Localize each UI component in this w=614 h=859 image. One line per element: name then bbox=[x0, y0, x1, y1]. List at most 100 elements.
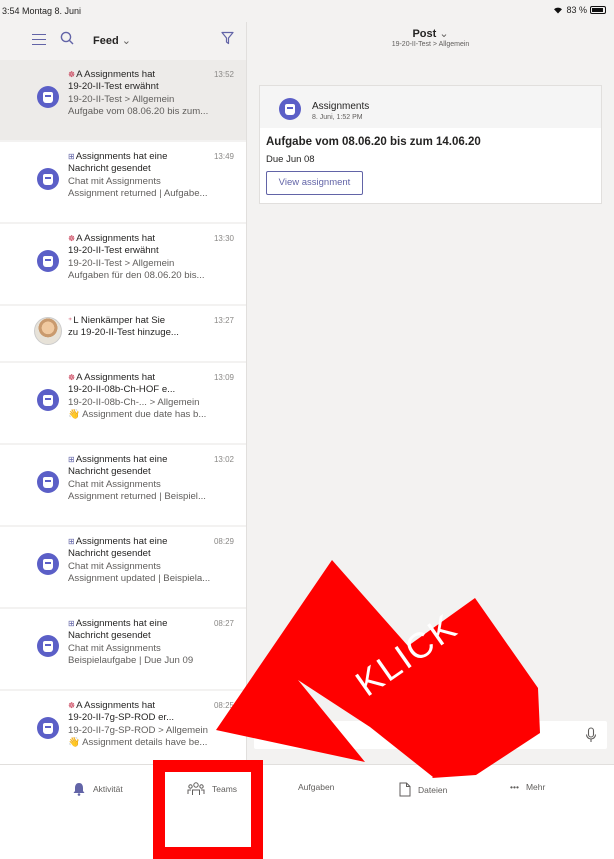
feed-item[interactable]: ⊞Assignments hat eine Nachricht gesendet C… bbox=[0, 527, 246, 607]
feed-item[interactable]: ☸A Assignments hat 19-20-II-Test erwähnt 1… bbox=[0, 224, 246, 304]
microphone-icon[interactable] bbox=[585, 727, 597, 743]
feed-item-time: 08:29 bbox=[213, 537, 234, 546]
feed-item-sender: A Assignments hat bbox=[76, 233, 156, 244]
feed-item-title: ⊞Assignments hat eine bbox=[68, 536, 238, 548]
compose-more-options-button[interactable]: ••• bbox=[384, 730, 395, 741]
nav-tasks[interactable]: Aufgaben bbox=[298, 782, 334, 792]
feed-item-preview: Aufgabe vom 08.06.20 bis zum... bbox=[68, 106, 209, 118]
feed-item-text: ⁺L Nienkämper hat Sie zu 19-20-II-Test hi… bbox=[68, 315, 238, 340]
assignments-app-icon bbox=[37, 553, 59, 575]
person-add-icon: ⁺ bbox=[68, 316, 73, 325]
feed-item-sender: L Nienkämper hat Sie bbox=[73, 315, 166, 326]
status-right: 83 % bbox=[553, 5, 606, 15]
assignments-app-icon bbox=[37, 250, 59, 272]
post-title-dropdown[interactable]: Post ⌄ bbox=[247, 27, 614, 40]
feed-dropdown[interactable]: Feed ⌄ bbox=[93, 34, 131, 47]
feed-item[interactable]: ⊞Assignments hat eine Nachricht gesendet C… bbox=[0, 609, 246, 689]
card-timestamp: 8. Juni, 1:52 PM bbox=[312, 114, 363, 121]
feed-item-preview: 👋 Assignment due date has b... bbox=[68, 409, 207, 421]
feed-item-sender: A Assignments hat bbox=[76, 700, 156, 711]
feed-item-location: Chat mit Assignments bbox=[68, 478, 161, 490]
feed-item-title: ☸A Assignments hat bbox=[68, 69, 238, 81]
feed-item-text: ⊞Assignments hat eine Nachricht gesendet C… bbox=[68, 151, 238, 201]
feed-item-text: ☸A Assignments hat 19-20-II-08b-Ch-HOF e.… bbox=[68, 372, 238, 422]
more-dots-icon: ••• bbox=[510, 782, 519, 792]
feed-item-title-rest: zu 19-20-II-Test hinzuge... bbox=[68, 327, 179, 339]
post-title: Post bbox=[412, 28, 437, 40]
feed-item-title-rest: 19-20-II-Test erwähnt bbox=[68, 81, 159, 93]
feed-item-location: 19-20-II-7g-SP-ROD > Allgemein bbox=[68, 724, 208, 736]
feed-item-text: ☸A Assignments hat 19-20-II-Test erwähnt 1… bbox=[68, 69, 238, 119]
feed-item-time: 13:09 bbox=[213, 373, 234, 382]
activity-feed-list: ☸A Assignments hat 19-20-II-Test erwähnt 1… bbox=[0, 58, 246, 764]
feed-item-time: 13:27 bbox=[213, 316, 234, 325]
chat-icon: ⊞ bbox=[68, 455, 75, 464]
feed-item-title-rest: 19-20-II-7g-SP-ROD er... bbox=[68, 712, 175, 724]
feed-item[interactable]: ☸A Assignments hat 19-20-II-Test erwähnt 1… bbox=[0, 60, 246, 140]
mention-icon: ☸ bbox=[68, 373, 76, 382]
user-avatar bbox=[34, 317, 62, 345]
card-sender: Assignments bbox=[312, 101, 370, 112]
view-assignment-button[interactable]: View assignment bbox=[266, 171, 363, 195]
feed-item-time: 13:49 bbox=[213, 152, 234, 161]
nav-more[interactable]: ••• Mehr bbox=[510, 782, 545, 792]
feed-item-time: 08:27 bbox=[213, 619, 234, 628]
bell-icon bbox=[73, 783, 85, 796]
filter-icon[interactable] bbox=[221, 31, 234, 45]
compose-box[interactable]: A bbox=[254, 721, 607, 749]
nav-tasks-label: Aufgaben bbox=[298, 782, 335, 792]
feed-item-text: ⊞Assignments hat eine Nachricht gesendet C… bbox=[68, 454, 238, 504]
feed-item-title-rest: Nachricht gesendet bbox=[68, 548, 151, 560]
post-header: Post ⌄ 19-20-II-Test > Allgemein bbox=[247, 22, 614, 58]
feed-item-preview: Aufgaben für den 08.06.20 bis... bbox=[68, 270, 205, 282]
feed-item-title: ☸A Assignments hat bbox=[68, 372, 238, 384]
assignments-app-icon bbox=[37, 168, 59, 190]
feed-item-location: Chat mit Assignments bbox=[68, 560, 161, 572]
assignments-app-icon bbox=[279, 98, 301, 120]
feed-item-title-rest: Nachricht gesendet bbox=[68, 630, 151, 642]
chat-icon: ⊞ bbox=[68, 619, 75, 628]
assignments-app-icon bbox=[37, 717, 59, 739]
feed-item-time: 08:25 bbox=[213, 701, 234, 710]
feed-item-location: Chat mit Assignments bbox=[68, 642, 161, 654]
assignments-app-icon bbox=[37, 471, 59, 493]
chat-icon: ⊞ bbox=[68, 537, 75, 546]
assignments-app-icon bbox=[37, 389, 59, 411]
chevron-down-icon: ⌄ bbox=[439, 28, 449, 40]
nav-files-label: Dateien bbox=[418, 784, 448, 795]
card-header: Assignments 8. Juni, 1:52 PM bbox=[260, 86, 601, 128]
assignments-app-icon bbox=[37, 635, 59, 657]
feed-item-title: ⁺L Nienkämper hat Sie bbox=[68, 315, 238, 327]
chat-icon: ⊞ bbox=[68, 152, 75, 161]
feed-item-time: 13:02 bbox=[213, 455, 234, 464]
assignment-card: Assignments 8. Juni, 1:52 PM Aufgabe vom… bbox=[259, 85, 602, 204]
feed-item-preview: Assignment updated | Beispiela... bbox=[68, 573, 211, 585]
feed-item-location: 19-20-II-Test > Allgemein bbox=[68, 257, 175, 269]
chevron-down-icon: ⌄ bbox=[121, 35, 131, 47]
feed-item-time: 13:30 bbox=[213, 234, 234, 243]
assignment-title: Aufgabe vom 08.06.20 bis zum 14.06.20 bbox=[266, 136, 481, 148]
feed-item[interactable]: ☸A Assignments hat 19-20-II-7g-SP-ROD er.… bbox=[0, 691, 246, 764]
wifi-icon bbox=[554, 7, 563, 14]
bottom-navigation-bar: Aktivität Teams Aufgaben Dateien ••• Meh… bbox=[0, 764, 614, 818]
feed-item-sender: Assignments hat eine bbox=[75, 618, 168, 629]
menu-icon[interactable] bbox=[32, 34, 46, 45]
feed-item-title: ☸A Assignments hat bbox=[68, 700, 238, 712]
feed-item-title: ⊞Assignments hat eine bbox=[68, 618, 238, 630]
feed-item[interactable]: ⊞Assignments hat eine Nachricht gesendet C… bbox=[0, 142, 246, 222]
nav-activity[interactable]: Aktivität bbox=[72, 782, 123, 796]
feed-item-title: ⊞Assignments hat eine bbox=[68, 151, 238, 163]
feed-item[interactable]: ⁺L Nienkämper hat Sie zu 19-20-II-Test hi… bbox=[0, 306, 246, 361]
feed-item-title-rest: 19-20-II-08b-Ch-HOF e... bbox=[68, 384, 176, 396]
feed-item[interactable]: ⊞Assignments hat eine Nachricht gesendet C… bbox=[0, 445, 246, 525]
nav-files[interactable]: Dateien bbox=[399, 782, 447, 797]
feed-item-location: Chat mit Assignments bbox=[68, 175, 161, 187]
assignment-due-date: Due Jun 08 bbox=[266, 154, 315, 165]
feed-header: Feed ⌄ bbox=[0, 22, 246, 58]
feed-item-text: ⊞Assignments hat eine Nachricht gesendet C… bbox=[68, 618, 238, 668]
search-icon[interactable] bbox=[60, 31, 74, 45]
feed-title: Feed bbox=[93, 35, 119, 47]
feed-item[interactable]: ☸A Assignments hat 19-20-II-08b-Ch-HOF e.… bbox=[0, 363, 246, 443]
feed-item-preview: Assignment returned | Beispiel... bbox=[68, 491, 206, 503]
annotation-highlight-box bbox=[153, 760, 263, 859]
